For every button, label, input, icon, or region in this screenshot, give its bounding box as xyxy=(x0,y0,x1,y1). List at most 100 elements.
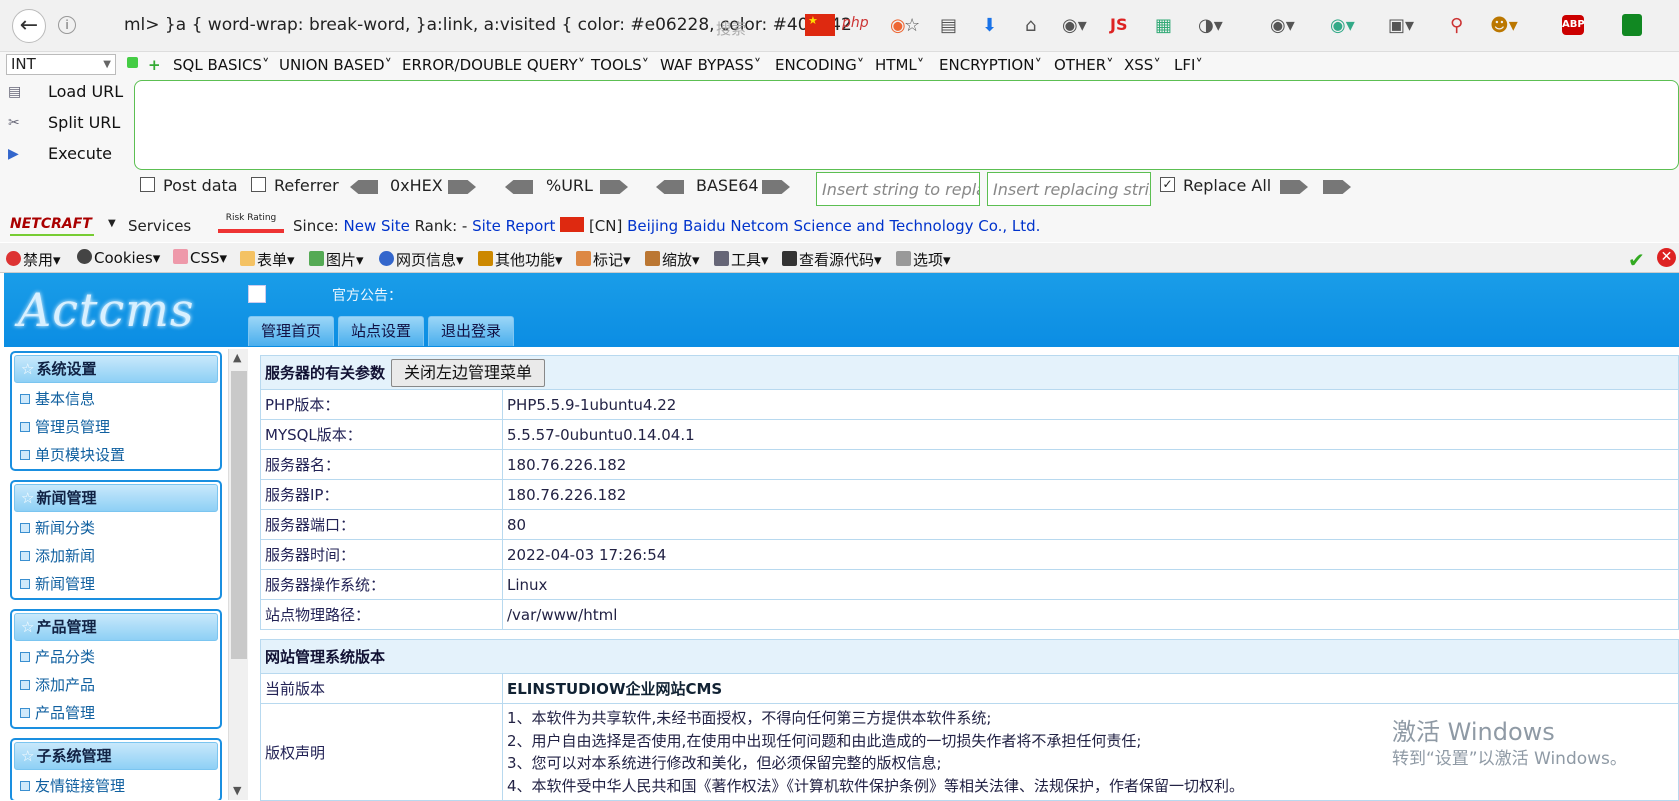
sidebar-group-title[interactable]: ☆ 产品管理 xyxy=(14,613,218,641)
menu-tools[interactable]: TOOLS˅ xyxy=(591,56,649,74)
close-menu-button[interactable]: 关闭左边管理菜单 xyxy=(391,358,546,387)
addon-icon[interactable]: ◉▾ xyxy=(1062,15,1087,36)
referrer-option[interactable]: Referrer xyxy=(251,176,339,195)
php-icon[interactable]: php xyxy=(842,15,869,31)
menu-html[interactable]: HTML˅ xyxy=(875,56,924,74)
back-button[interactable]: ← xyxy=(12,9,46,43)
wd-resize-menu[interactable]: 缩放▾ xyxy=(645,249,700,270)
execute-button[interactable]: ▶ Execute xyxy=(8,144,112,164)
tab-logout[interactable]: 退出登录 xyxy=(428,316,514,346)
services-menu[interactable]: Services xyxy=(128,217,191,235)
menu-error-double-query[interactable]: ERROR/DOUBLE QUERY˅ xyxy=(402,56,585,74)
replace-all-checkbox[interactable]: ✓ xyxy=(1160,177,1175,192)
validation-error-icon[interactable]: ✕ xyxy=(1657,248,1676,267)
post-data-option[interactable]: Post data xyxy=(140,176,238,195)
menu-lfi[interactable]: LFI˅ xyxy=(1174,56,1203,74)
wd-css-menu[interactable]: CSS▾ xyxy=(173,249,227,267)
wd-view-source-menu[interactable]: 查看源代码▾ xyxy=(782,249,882,270)
home-icon[interactable]: ⌂ xyxy=(1025,15,1036,36)
menu-union-based[interactable]: UNION BASED˅ xyxy=(279,56,392,74)
base64-decode-arrow-icon[interactable] xyxy=(656,180,684,194)
sidebar-item-basic-info[interactable]: 基本信息 xyxy=(12,385,220,413)
replacing-string-input[interactable]: Insert replacing string xyxy=(987,172,1151,206)
bookmark-star-icon[interactable]: ☆ xyxy=(904,15,920,36)
monkey-icon[interactable]: ☻▾ xyxy=(1490,15,1518,36)
base64-encode-arrow-icon[interactable] xyxy=(762,180,790,194)
referrer-checkbox[interactable] xyxy=(251,177,266,192)
int-select[interactable]: INT ▼ xyxy=(6,54,116,75)
sidebar-item-admin-manage[interactable]: 管理员管理 xyxy=(12,413,220,441)
sidebar-item-add-news[interactable]: 添加新闻 xyxy=(12,542,220,570)
sidebar-item-news-category[interactable]: 新闻分类 xyxy=(12,514,220,542)
scroll-thumb[interactable] xyxy=(231,371,247,659)
menu-sql-basics[interactable]: SQL BASICS˅ xyxy=(173,56,269,74)
url-textarea[interactable] xyxy=(134,80,1679,170)
url-decode-arrow-icon[interactable] xyxy=(505,180,533,194)
sidebar-group-title[interactable]: ☆ 新闻管理 xyxy=(14,484,218,512)
wd-images-menu[interactable]: 图片▾ xyxy=(309,249,364,270)
menu-waf-bypass[interactable]: WAF BYPASS˅ xyxy=(660,56,761,74)
sidebar-item-news-manage[interactable]: 新闻管理 xyxy=(12,570,220,598)
options-icon xyxy=(896,251,911,266)
wd-misc-menu[interactable]: 其他功能▾ xyxy=(478,249,563,270)
sidebar-item-page-module[interactable]: 单页模块设置 xyxy=(12,441,220,469)
replace-arrow-icon[interactable] xyxy=(1280,180,1308,194)
reader-icon[interactable]: ▤ xyxy=(940,15,957,36)
site-report-link[interactable]: Site Report xyxy=(472,217,555,235)
split-url-button[interactable]: ✂ Split URL xyxy=(8,113,120,133)
page-info-icon[interactable]: i xyxy=(58,16,76,34)
wd-tools-menu[interactable]: 工具▾ xyxy=(714,249,769,270)
wd-outline-menu[interactable]: 标记▾ xyxy=(576,249,631,270)
wd-info-menu[interactable]: 网页信息▾ xyxy=(379,249,464,270)
replace-all-arrow-icon[interactable] xyxy=(1323,180,1351,194)
scroll-down-icon[interactable]: ▼ xyxy=(233,784,241,797)
wd-forms-menu[interactable]: 表单▾ xyxy=(240,249,295,270)
validation-ok-icon[interactable]: ✔ xyxy=(1628,248,1645,272)
search-hint[interactable]: 搜索 xyxy=(716,18,746,39)
globe-icon[interactable]: ◉▾ xyxy=(1270,15,1295,36)
tab-admin-home[interactable]: 管理首页 xyxy=(248,316,334,346)
palette-icon[interactable]: ◑▾ xyxy=(1198,15,1223,36)
menu-encryption[interactable]: ENCRYPTION˅ xyxy=(939,56,1042,74)
download-icon[interactable]: ⬇ xyxy=(982,15,997,36)
wd-disable-menu[interactable]: 禁用▾ xyxy=(6,249,61,270)
hex-encode-arrow-icon[interactable] xyxy=(448,180,476,194)
extension-icon[interactable]: ◉▾ xyxy=(1330,15,1355,36)
sidebar-item-product-manage[interactable]: 产品管理 xyxy=(12,699,220,727)
square-icon xyxy=(20,550,30,561)
screenshot-icon[interactable]: ▣▾ xyxy=(1388,15,1414,36)
load-url-button[interactable]: ▤ Load URL xyxy=(8,82,123,102)
plus-icon[interactable]: + xyxy=(148,56,161,74)
js-icon[interactable]: JS xyxy=(1110,15,1127,34)
sidebar-item-product-category[interactable]: 产品分类 xyxy=(12,643,220,671)
hex-decode-arrow-icon[interactable] xyxy=(350,180,378,194)
hosting-link[interactable]: Beijing Baidu Netcom Science and Technol… xyxy=(627,217,1040,235)
risk-rating-badge[interactable]: Risk Rating xyxy=(218,213,284,233)
url-encode-arrow-icon[interactable] xyxy=(600,180,628,194)
search-tool-icon[interactable]: ⚲ xyxy=(1450,15,1463,36)
tab-site-settings[interactable]: 站点设置 xyxy=(338,316,424,346)
since-label: Since: xyxy=(293,217,339,235)
replace-string-input[interactable]: Insert string to replac xyxy=(816,172,980,206)
sidebar-item-add-product[interactable]: 添加产品 xyxy=(12,671,220,699)
wd-options-menu[interactable]: 选项▾ xyxy=(896,249,951,270)
since-link[interactable]: New Site xyxy=(344,217,410,235)
row-label: MYSQL版本： xyxy=(260,419,503,450)
sidebar-item-links-manage[interactable]: 友情链接管理 xyxy=(12,772,220,800)
menu-other[interactable]: OTHER˅ xyxy=(1054,56,1114,74)
wd-cookies-menu[interactable]: Cookies▾ xyxy=(77,249,160,267)
menu-xss[interactable]: XSS˅ xyxy=(1124,56,1161,74)
shield-icon[interactable] xyxy=(1622,14,1642,36)
image-icon[interactable]: ▦ xyxy=(1155,15,1172,36)
replace-all-option[interactable]: ✓ Replace All xyxy=(1160,176,1271,195)
adblock-icon[interactable]: ABP xyxy=(1562,15,1585,35)
netcraft-dropdown-icon[interactable]: ▼ xyxy=(108,218,116,229)
sidebar-scrollbar[interactable]: ▲ ▼ xyxy=(228,349,248,800)
minus-icon[interactable] xyxy=(127,57,138,68)
post-data-checkbox[interactable] xyxy=(140,177,155,192)
menu-encoding[interactable]: ENCODING˅ xyxy=(775,56,864,74)
sidebar-group-title[interactable]: ☆ 系统设置 xyxy=(14,355,218,383)
scroll-up-icon[interactable]: ▲ xyxy=(233,351,241,364)
sidebar-group-title[interactable]: ☆ 子系统管理 xyxy=(14,742,218,770)
netcraft-logo[interactable]: NETCRAFT xyxy=(10,216,94,236)
